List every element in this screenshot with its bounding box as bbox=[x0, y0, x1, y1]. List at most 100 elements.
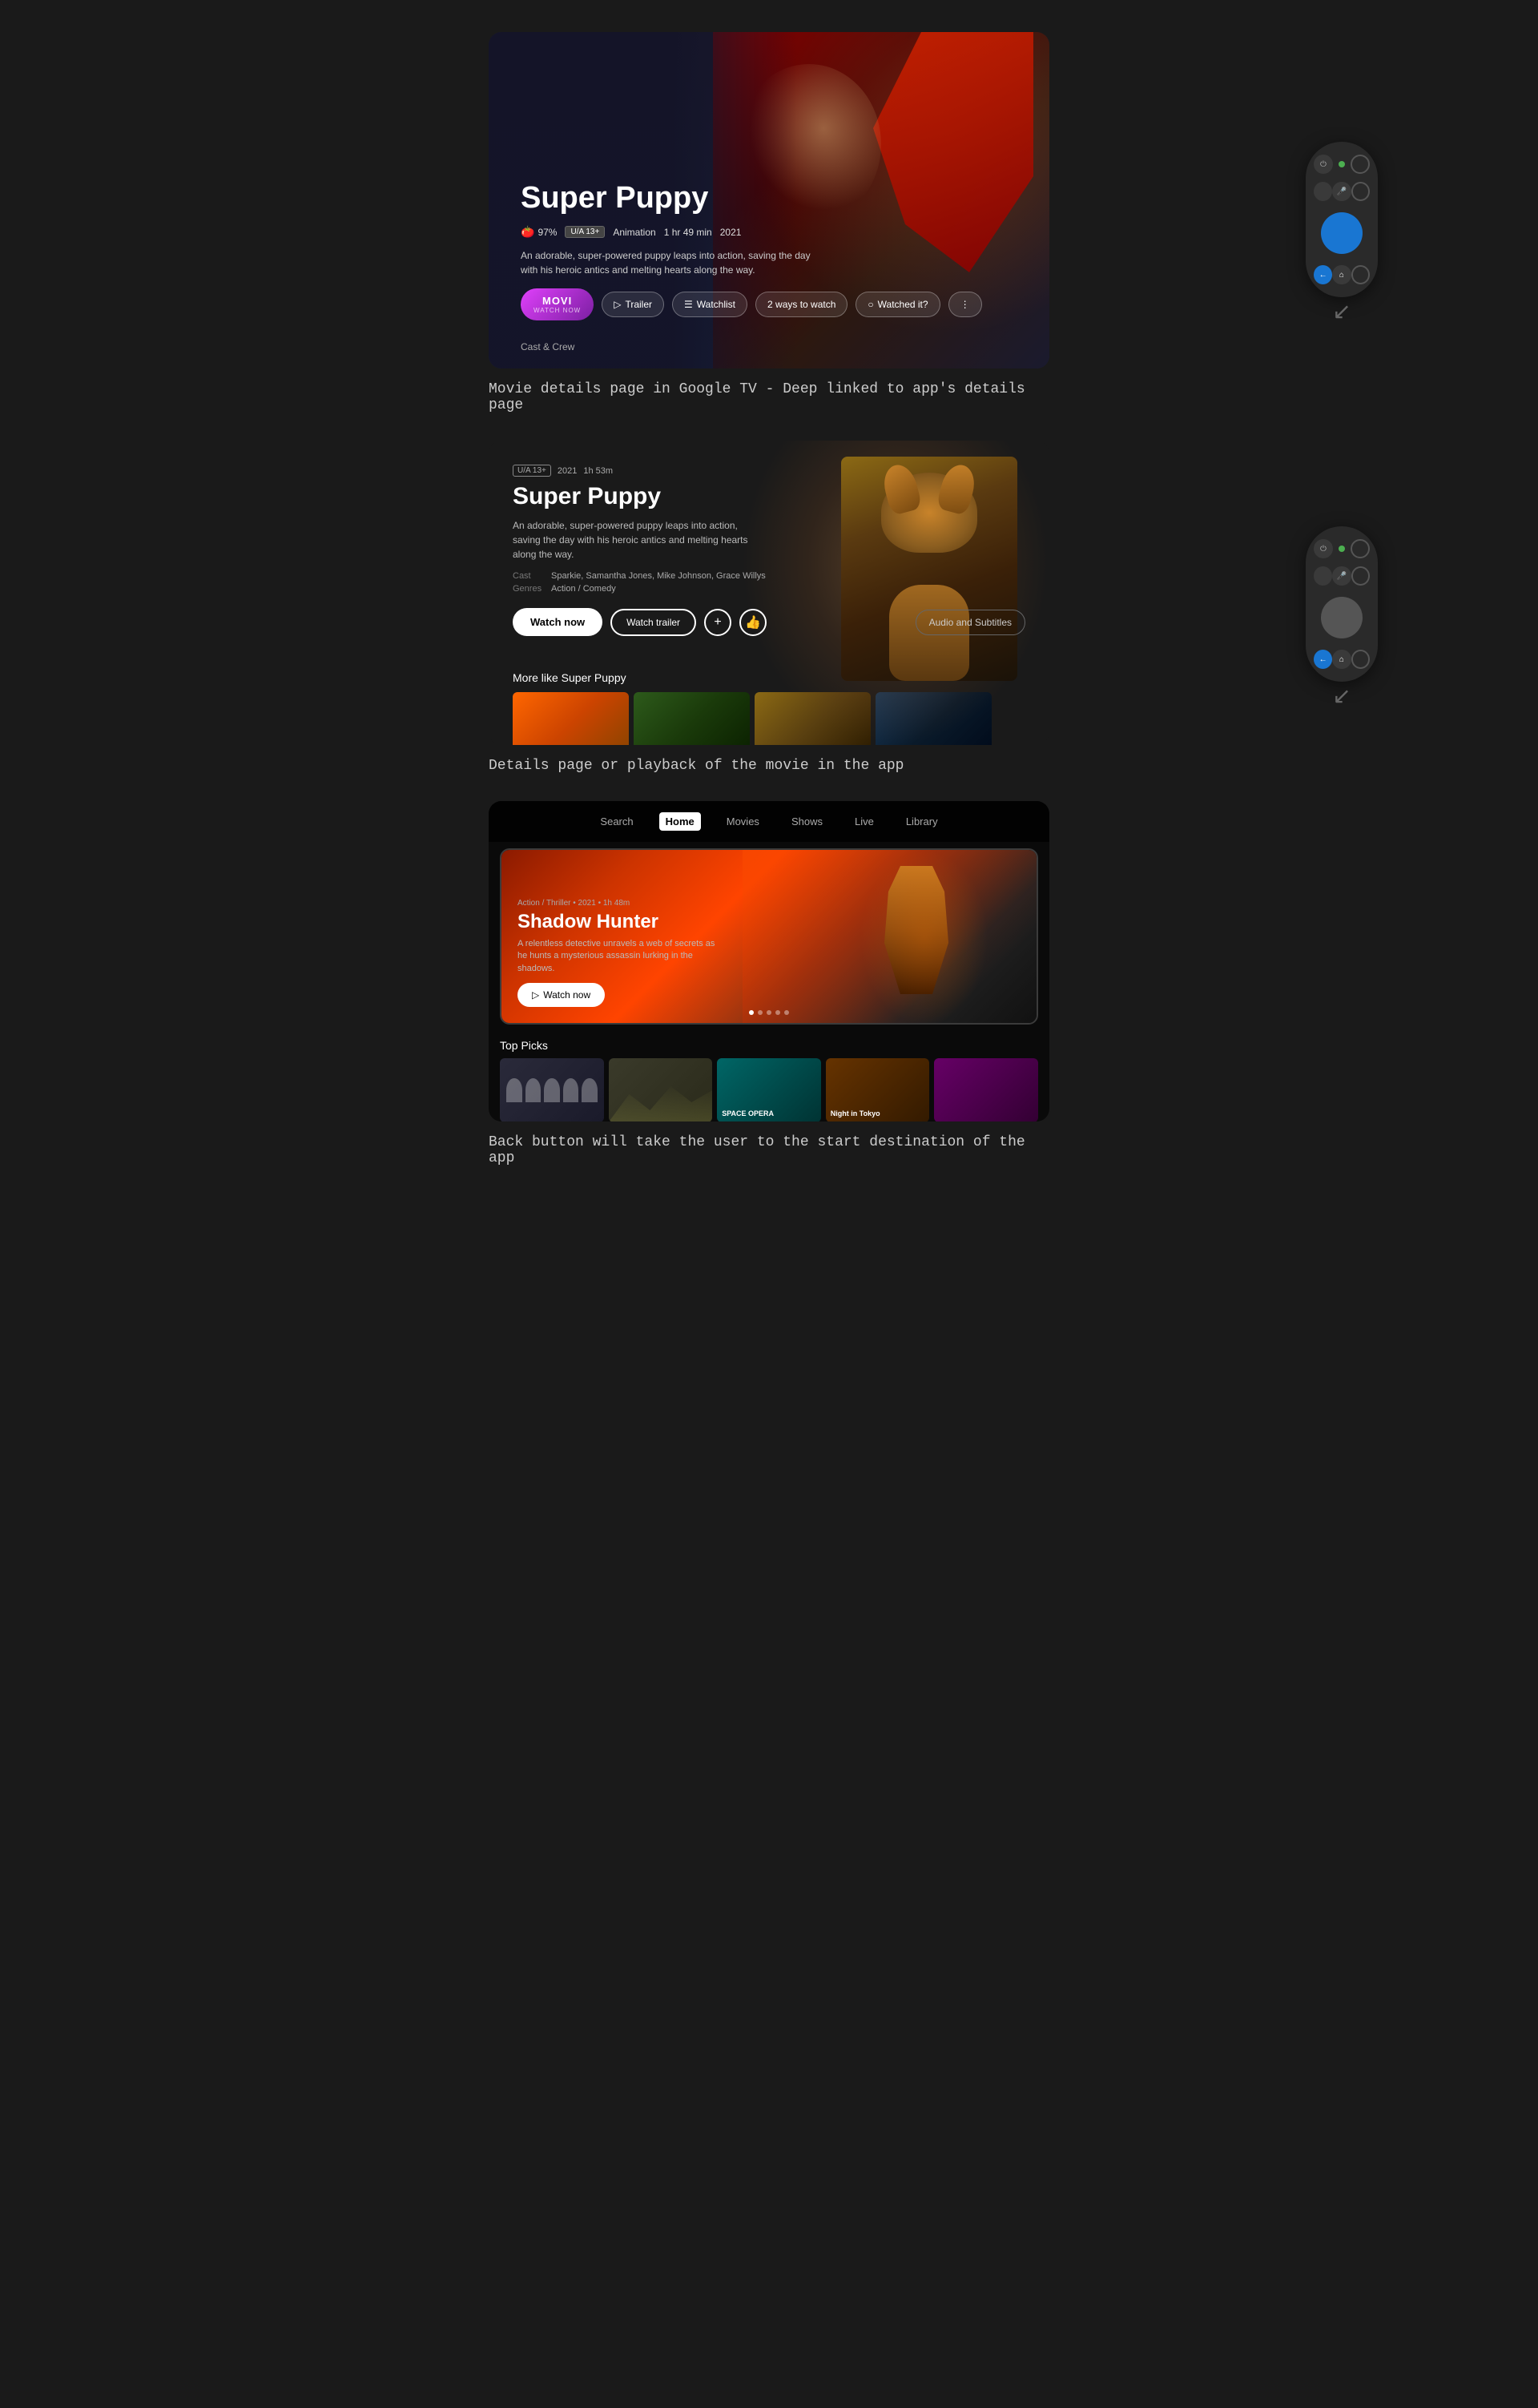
remote1-home-button[interactable]: ⌂ bbox=[1332, 265, 1351, 284]
like-button[interactable]: 👍 bbox=[739, 609, 767, 636]
more-options-button[interactable]: ⋮ bbox=[948, 292, 982, 317]
dot-4 bbox=[775, 1010, 780, 1015]
mic-icon2: 🎤 bbox=[1337, 572, 1347, 581]
cast-crew-label: Cast & Crew bbox=[521, 341, 574, 352]
more-icon: ⋮ bbox=[960, 299, 970, 310]
pick-thumb-3[interactable]: SPACE OPERA bbox=[717, 1058, 821, 1121]
cast-label: Cast bbox=[513, 571, 545, 581]
app-nav: Search Home Movies Shows Live Library bbox=[489, 801, 1049, 842]
hero-description: A relentless detective unravels a web of… bbox=[517, 938, 726, 975]
top-picks-section: Top Picks bbox=[489, 1031, 1049, 1121]
nav-home[interactable]: Home bbox=[659, 812, 701, 831]
section2-row: U/A 13+ 2021 1h 53m Super Puppy An adora… bbox=[0, 441, 1538, 793]
pick-thumb-4[interactable]: Night in Tokyo bbox=[826, 1058, 930, 1121]
genres-value: Action / Comedy bbox=[551, 584, 616, 594]
tomato-icon: 🍅 bbox=[521, 225, 534, 239]
remote2-power-button[interactable]: ⏻ bbox=[1314, 539, 1333, 558]
remote1-nav-row: ← ⌂ bbox=[1314, 265, 1370, 284]
arrow-down-2: ↙ bbox=[1332, 685, 1351, 707]
duration-text2: 1h 53m bbox=[583, 466, 613, 476]
remote2-mic-button[interactable]: 🎤 bbox=[1332, 566, 1351, 586]
section3-row: Search Home Movies Shows Live Library bbox=[0, 801, 1538, 1186]
watched-it-button[interactable]: ○ Watched it? bbox=[856, 292, 940, 317]
screen1-panel: Super Puppy 🍅 97% U/A 13+ Animation 1 hr… bbox=[489, 32, 1049, 368]
cast-value: Sparkie, Samantha Jones, Mike Johnson, G… bbox=[551, 571, 766, 581]
hero-title: Shadow Hunter bbox=[517, 911, 726, 933]
add-button[interactable]: + bbox=[704, 609, 731, 636]
hero-dots bbox=[749, 1010, 789, 1015]
watchlist-button[interactable]: ☰ Watchlist bbox=[672, 292, 747, 317]
screen2-content: U/A 13+ 2021 1h 53m Super Puppy An adora… bbox=[489, 441, 1049, 660]
rating-badge2: U/A 13+ bbox=[513, 465, 551, 477]
remote1-mic-row: 🎤 bbox=[1314, 182, 1370, 201]
movie-title2: Super Puppy bbox=[513, 483, 1025, 510]
ways-to-watch-button[interactable]: 2 ways to watch bbox=[755, 292, 848, 317]
movie-desc2: An adorable, super-powered puppy leaps i… bbox=[513, 518, 753, 562]
thumb-2[interactable] bbox=[634, 692, 750, 745]
remote2-nav-row: ← ⌂ bbox=[1314, 650, 1370, 669]
nav-search[interactable]: Search bbox=[594, 812, 639, 831]
rating-row: U/A 13+ 2021 1h 53m bbox=[513, 465, 1025, 477]
remote2-select-button[interactable] bbox=[1321, 597, 1363, 638]
pick-thumb-1[interactable] bbox=[500, 1058, 604, 1121]
remote1-left-btn[interactable] bbox=[1314, 182, 1332, 201]
nav-shows[interactable]: Shows bbox=[785, 812, 829, 831]
remote1-extra-btn[interactable] bbox=[1351, 265, 1370, 284]
caption3: Back button will take the user to the st… bbox=[489, 1134, 1049, 1166]
picks-row: SPACE OPERA Night in Tokyo bbox=[500, 1058, 1038, 1121]
remote2-home-button[interactable]: ⌂ bbox=[1332, 650, 1351, 669]
pick-thumb-2[interactable] bbox=[609, 1058, 713, 1121]
watched-icon: ○ bbox=[868, 299, 873, 310]
hero-card[interactable]: Action / Thriller • 2021 • 1h 48m Shadow… bbox=[500, 848, 1038, 1025]
watch-now-label: Watch now bbox=[543, 989, 590, 1001]
genres-label: Genres bbox=[513, 584, 545, 594]
nav-live[interactable]: Live bbox=[848, 812, 880, 831]
watched-label: Watched it? bbox=[878, 299, 928, 310]
caption1: Movie details page in Google TV - Deep l… bbox=[489, 381, 1049, 413]
screen1-content: Super Puppy 🍅 97% U/A 13+ Animation 1 hr… bbox=[521, 181, 982, 320]
remote1-select-button[interactable] bbox=[1321, 212, 1363, 254]
movie-description: An adorable, super-powered puppy leaps i… bbox=[521, 248, 825, 277]
remote2-extra-btn[interactable] bbox=[1351, 650, 1370, 669]
nav-library[interactable]: Library bbox=[900, 812, 944, 831]
hero-watch-now[interactable]: ▷ Watch now bbox=[517, 983, 605, 1007]
remote2-status-dot bbox=[1339, 546, 1345, 552]
movie-title: Super Puppy bbox=[521, 181, 982, 215]
remote2-top-row: ⏻ bbox=[1314, 539, 1370, 558]
meta-row: 🍅 97% U/A 13+ Animation 1 hr 49 min 2021 bbox=[521, 225, 982, 239]
power-icon: ⏻ bbox=[1320, 160, 1327, 169]
remote2-circle-button[interactable] bbox=[1351, 539, 1370, 558]
screen2-panel: U/A 13+ 2021 1h 53m Super Puppy An adora… bbox=[489, 441, 1049, 745]
pick-thumb-5[interactable] bbox=[934, 1058, 1038, 1121]
dot-5 bbox=[784, 1010, 789, 1015]
year-text2: 2021 bbox=[558, 466, 577, 476]
remote2-left-btn[interactable] bbox=[1314, 566, 1332, 586]
remote2-mic-row: 🎤 bbox=[1314, 566, 1370, 586]
dot-3 bbox=[767, 1010, 771, 1015]
watch-now-button[interactable]: Watch now bbox=[513, 608, 602, 636]
genre-text: Animation bbox=[613, 227, 655, 238]
remote1-circle-button[interactable] bbox=[1351, 155, 1370, 174]
action-buttons: MOVI WATCH NOW ▷ Trailer ☰ Watchlist 2 bbox=[521, 288, 982, 320]
nav-movies[interactable]: Movies bbox=[720, 812, 766, 831]
watchlist-icon: ☰ bbox=[684, 299, 693, 310]
movi-watch-button[interactable]: MOVI WATCH NOW bbox=[521, 288, 594, 320]
remote1-mic-button[interactable]: 🎤 bbox=[1332, 182, 1351, 201]
remote1-right-btn[interactable] bbox=[1351, 182, 1370, 201]
remote2: ⏻ 🎤 ← ⌂ bbox=[1306, 526, 1378, 707]
audio-subtitles-button[interactable]: Audio and Subtitles bbox=[916, 610, 1025, 635]
remote2-right-btn[interactable] bbox=[1351, 566, 1370, 586]
top-picks-title: Top Picks bbox=[500, 1039, 1038, 1052]
remote2-back-button[interactable]: ← bbox=[1314, 650, 1332, 669]
remote1-power-button[interactable]: ⏻ bbox=[1314, 155, 1333, 174]
play-icon: ▷ bbox=[532, 989, 539, 1001]
thumb-1[interactable] bbox=[513, 692, 629, 745]
screen3-panel: Search Home Movies Shows Live Library bbox=[489, 801, 1049, 1121]
dot-2 bbox=[758, 1010, 763, 1015]
trailer-button[interactable]: ▷ Trailer bbox=[602, 292, 664, 317]
watch-trailer-button[interactable]: Watch trailer bbox=[610, 609, 696, 636]
pick-label-3: SPACE OPERA bbox=[722, 1109, 774, 1117]
remote1-back-button[interactable]: ← bbox=[1314, 265, 1332, 284]
remote1-status-dot bbox=[1339, 161, 1345, 167]
home-icon2: ⌂ bbox=[1339, 655, 1344, 664]
